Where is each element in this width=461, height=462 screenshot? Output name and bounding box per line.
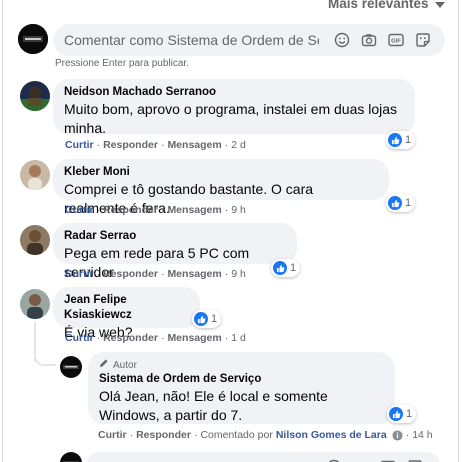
reaction-count[interactable]: 1 (386, 194, 416, 212)
info-icon[interactable] (392, 429, 403, 441)
reaction-count[interactable]: 1 (387, 405, 417, 423)
comment-bubble: Jean Felipe Ksiaskiewcz É via web? (53, 287, 200, 340)
commented-by-link[interactable]: Nilson Gomes de Lara (276, 429, 387, 441)
comment-bubble: Neidson Machado Serranoo Muito bom, apro… (53, 79, 415, 136)
sort-label: Mais relevantes (328, 0, 429, 11)
thread-connector (34, 352, 56, 366)
comment-time[interactable]: 2 d (231, 139, 246, 151)
commented-by-label: Comentado por (200, 429, 273, 441)
camera-icon[interactable] (352, 459, 369, 462)
like-icon (389, 407, 403, 421)
like-icon (194, 312, 208, 326)
separator: · (224, 139, 229, 151)
separator: · (160, 204, 165, 216)
comment-author[interactable]: Jean Felipe Ksiaskiewcz (64, 293, 189, 323)
separator: · (224, 204, 229, 216)
message-button[interactable]: Mensagem (167, 204, 221, 216)
caret-down-icon (434, 1, 445, 8)
comment-author[interactable]: Radar Serrao (64, 229, 286, 244)
like-icon (388, 133, 402, 147)
emoji-icon[interactable] (333, 32, 350, 49)
comment-time[interactable]: 1 d (231, 332, 246, 344)
comment-actions: Curtir · Responder · Mensagem · 1 d (65, 332, 246, 344)
separator: · (160, 139, 165, 151)
panel-border-left (2, 0, 3, 462)
comment-input[interactable]: Comentar como Sistema de Ordem de Serviç… (64, 32, 319, 48)
reply-bubble: Autor Sistema de Ordem de Serviço Olá Je… (88, 352, 395, 424)
reaction-count[interactable]: 1 (271, 259, 301, 277)
separator: · (129, 429, 134, 441)
reply-button[interactable]: Responder (103, 268, 158, 280)
like-icon (388, 196, 402, 210)
comment-text: Muito bom, aprovo o programa, instalei e… (64, 101, 398, 136)
separator: · (160, 268, 165, 280)
page-avatar[interactable] (60, 356, 82, 378)
separator: · (193, 429, 198, 441)
separator: · (405, 429, 410, 441)
emoji-icon[interactable] (325, 459, 342, 462)
sort-dropdown[interactable]: Mais relevantes (328, 0, 445, 11)
message-button[interactable]: Mensagem (167, 332, 221, 344)
reply-composer[interactable]: Comentar como Sistema de Ordem de Serviç… (85, 452, 441, 462)
gif-icon[interactable] (379, 459, 396, 462)
reaction-number: 1 (406, 408, 413, 420)
reply-actions: Curtir · Responder · Comentado por Nilso… (98, 429, 433, 441)
comment-composer[interactable]: Comentar como Sistema de Ordem de Serviç… (53, 24, 445, 56)
message-button[interactable]: Mensagem (167, 139, 221, 151)
comment-author[interactable]: Neidson Machado Serranoo (64, 85, 404, 100)
like-icon (273, 261, 287, 275)
pencil-icon (99, 358, 109, 372)
reaction-number: 1 (290, 262, 297, 274)
avatar[interactable] (20, 289, 50, 319)
comment-bubble: Kleber Moni Comprei e tô gostando bastan… (53, 159, 389, 216)
like-button[interactable]: Curtir (65, 204, 94, 216)
comment-actions: Curtir · Responder · Mensagem · 9 h (65, 268, 246, 280)
separator: · (224, 332, 229, 344)
page-avatar (18, 24, 48, 54)
comment-time[interactable]: 9 h (231, 268, 246, 280)
reaction-count[interactable]: 1 (386, 131, 416, 149)
reply-button[interactable]: Responder (103, 139, 158, 151)
reply-text: Olá Jean, não! Ele é local e somente Win… (99, 388, 328, 423)
comment-actions: Curtir · Responder · Mensagem · 9 h (65, 204, 246, 216)
separator: · (96, 139, 101, 151)
comment-bubble: Radar Serrao Pega em rede para 5 PC com … (53, 223, 297, 280)
gif-icon[interactable]: GIF (387, 32, 404, 49)
reaction-count[interactable]: 1 (192, 310, 222, 328)
sticker-icon[interactable] (414, 32, 431, 49)
reply-time[interactable]: 14 h (412, 429, 432, 441)
avatar[interactable] (20, 160, 50, 190)
comment-actions: Curtir · Responder · Mensagem · 2 d (65, 139, 246, 151)
comment-author[interactable]: Kleber Moni (64, 165, 378, 180)
camera-icon[interactable] (360, 32, 377, 49)
separator: · (96, 268, 101, 280)
author-tag: Autor (99, 358, 384, 372)
reply-button[interactable]: Responder (136, 429, 191, 441)
reply-button[interactable]: Responder (103, 332, 158, 344)
reaction-number: 1 (405, 134, 412, 146)
separator: · (224, 268, 229, 280)
avatar[interactable] (20, 225, 50, 255)
reaction-number: 1 (211, 313, 218, 325)
like-button[interactable]: Curtir (65, 139, 94, 151)
reaction-number: 1 (405, 197, 412, 209)
comment-time[interactable]: 9 h (231, 204, 246, 216)
publish-hint: Pressione Enter para publicar. (55, 58, 189, 69)
reply-author[interactable]: Sistema de Ordem de Serviço (99, 372, 384, 387)
panel-border-right (458, 0, 459, 462)
message-button[interactable]: Mensagem (167, 268, 221, 280)
sticker-icon[interactable] (406, 459, 423, 462)
like-button[interactable]: Curtir (98, 429, 127, 441)
avatar[interactable] (20, 81, 50, 111)
svg-text:GIF: GIF (391, 39, 401, 45)
separator: · (160, 332, 165, 344)
separator: · (96, 332, 101, 344)
like-button[interactable]: Curtir (65, 268, 94, 280)
page-avatar (60, 452, 82, 462)
like-button[interactable]: Curtir (65, 332, 94, 344)
reply-button[interactable]: Responder (103, 204, 158, 216)
author-tag-label: Autor (113, 359, 137, 371)
separator: · (96, 204, 101, 216)
